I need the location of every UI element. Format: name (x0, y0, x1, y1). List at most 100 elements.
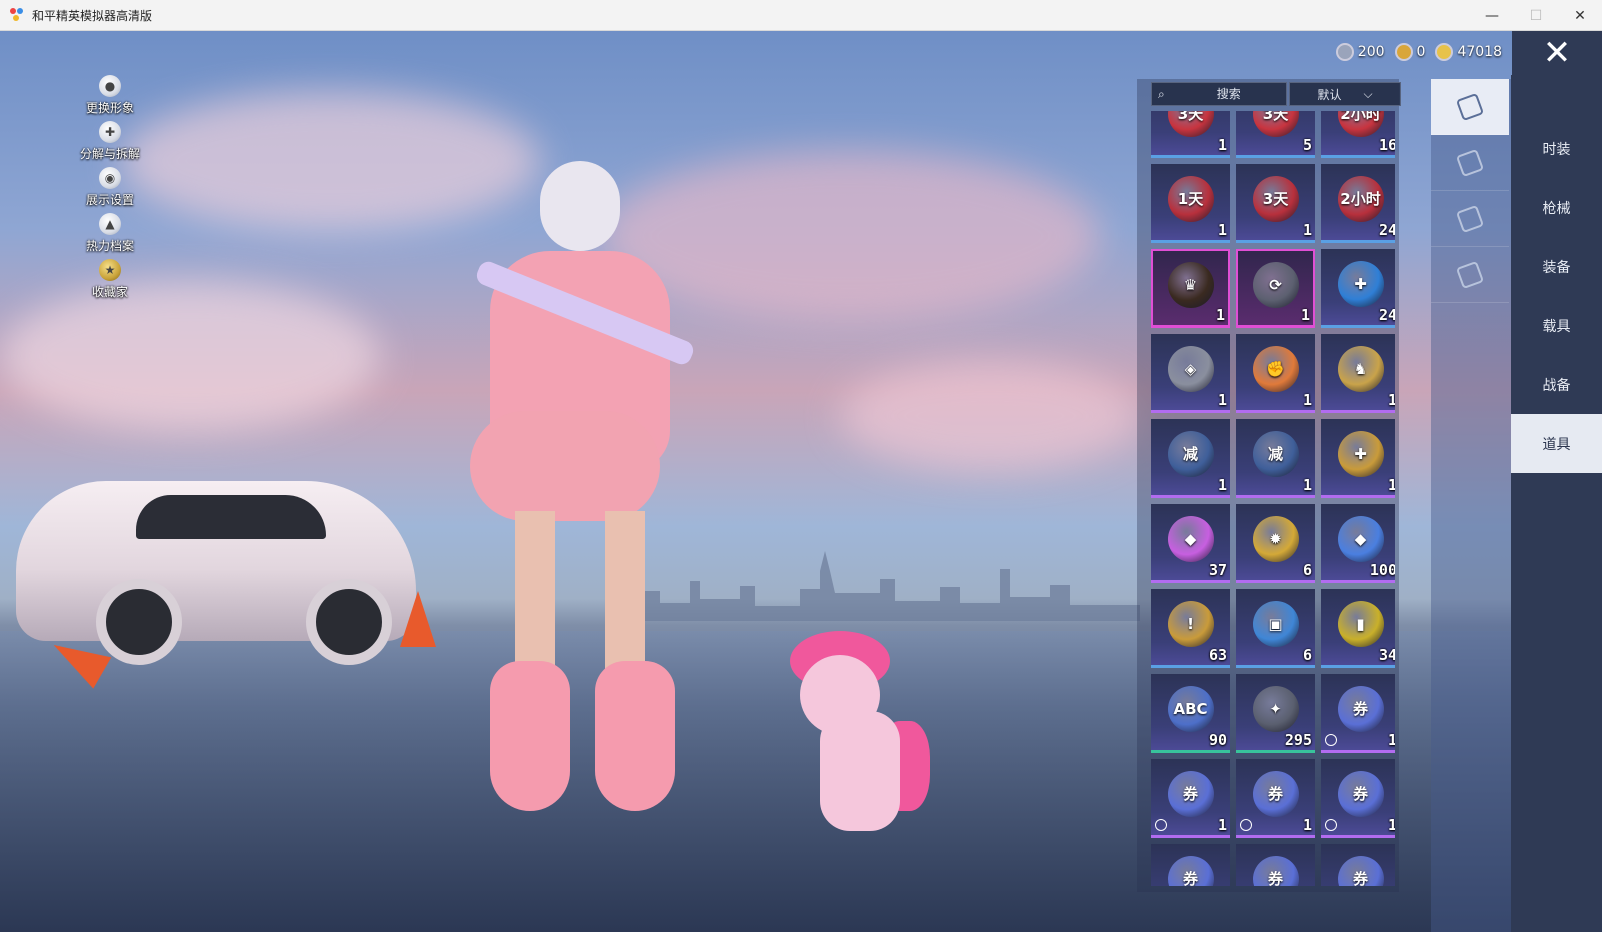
inventory-item-silver-badge[interactable]: ◈ 1 (1151, 334, 1230, 413)
inventory-item-blue-diamond[interactable]: ◆ 100 (1321, 504, 1395, 583)
maximize-button[interactable]: ☐ (1514, 0, 1558, 31)
item-count: 1 (1217, 136, 1227, 154)
cloud (0, 281, 380, 431)
car-wheel (96, 579, 182, 665)
inventory-item-fist-medal[interactable]: ✊ 1 (1236, 334, 1315, 413)
coupon-icon: 券 (1167, 855, 1214, 886)
item-count: 1 (1302, 391, 1312, 409)
inventory-item-coupon[interactable]: 券1 (1321, 759, 1395, 838)
item-count: 5 (1302, 136, 1312, 154)
subnav-firework[interactable] (1431, 191, 1509, 247)
coupon-icon: 券 (1337, 855, 1384, 886)
inventory-item-dragon-crest[interactable]: ♞ 1 (1321, 334, 1395, 413)
currency-lightning-coin: 47018 (1435, 43, 1502, 61)
tab-category[interactable]: 道具 (1511, 414, 1602, 473)
category-spacer (1511, 75, 1602, 119)
heat-profile-button[interactable]: ▲ 热力档案 (70, 213, 150, 259)
inventory-item-blue-card[interactable]: ▣ 6 (1236, 589, 1315, 668)
inventory-item-exp-card-3day[interactable]: 3天 1 (1151, 111, 1230, 158)
spray-can-abc-icon: ABC (1167, 685, 1214, 732)
change-appearance-button[interactable]: ● 更换形象 (70, 75, 150, 121)
window-title: 和平精英模拟器高清版 (32, 8, 153, 23)
tab-category[interactable]: 战备 (1511, 355, 1602, 414)
currency-value: 0 (1416, 44, 1426, 60)
inventory-item-crystal-badge[interactable]: ◆ 37 (1151, 504, 1230, 583)
inventory-item-exp-card-3day[interactable]: 3天 5 (1236, 111, 1315, 158)
inventory-item-puzzle-orb[interactable]: ✚ 24 (1321, 249, 1395, 328)
currency-value: 47018 (1457, 44, 1502, 60)
search-bar: ⌕ 默认 ⌵ (1151, 82, 1401, 106)
sports-car (16, 481, 416, 665)
inventory-item-alert-token[interactable]: ! 63 (1151, 589, 1230, 668)
inventory-item-exp-card-x15-1day[interactable]: 1天 1 (1151, 164, 1230, 243)
inventory-item-exp-card-x2-2hour[interactable]: 2小时 24 (1321, 164, 1395, 243)
display-settings-button[interactable]: ◉ 展示设置 (70, 167, 150, 213)
tab-category[interactable]: 载具 (1511, 296, 1602, 355)
clock-icon (1325, 734, 1337, 746)
item-count: 1 (1387, 816, 1395, 834)
item-count: 1 (1217, 221, 1227, 239)
item-count: 24 (1378, 306, 1395, 324)
collector-button[interactable]: ★ 收藏家 (70, 259, 150, 305)
minimize-button[interactable]: — (1470, 0, 1514, 31)
sort-dropdown[interactable]: 默认 ⌵ (1289, 82, 1401, 106)
inventory-item-swap-coin[interactable]: ⟳ 1 (1236, 249, 1315, 328)
inventory-item-discount-ticket[interactable]: 减1 (1236, 419, 1315, 498)
alert-token-icon: ! (1167, 600, 1214, 647)
car-wheel (306, 579, 392, 665)
inventory-item-gold-gear-coin[interactable]: ✹ 6 (1236, 504, 1315, 583)
close-icon[interactable]: ✕ (1512, 31, 1602, 75)
smoke-grenade-icon: ▮ (1337, 600, 1384, 647)
inventory-item-lion-emblem[interactable]: ♛ 1 (1151, 249, 1230, 328)
gold-gear-coin-icon: ✹ (1252, 515, 1299, 562)
subnav-ticket[interactable] (1431, 247, 1509, 303)
avatar-icon: ● (99, 75, 121, 97)
inventory-grid: 3天 1 3天 5 2小时 16 1天 1 3天 1 2小时 24 ♛ 1 ⟳ 1 ✚ 24 ◈ 1 ✊ 1 ♞ 1 减 1 减 1 ✚… (1151, 111, 1395, 886)
exp-card-x15-3day-icon: 3天 (1252, 175, 1299, 222)
flame-icon: ▲ (99, 213, 121, 235)
menu-label: 热力档案 (85, 239, 134, 253)
item-count: 1 (1387, 391, 1395, 409)
inventory-item-gold-puzzle-coin[interactable]: ✚ 1 (1321, 419, 1395, 498)
inventory-item-coupon[interactable]: 券1 (1151, 759, 1230, 838)
subnav-crate[interactable] (1431, 135, 1509, 191)
clock-icon (1155, 819, 1167, 831)
currency-silver: 200 (1335, 43, 1385, 61)
window-close-button[interactable]: ✕ (1558, 0, 1602, 31)
pony-coupon-icon: 券 (1337, 685, 1384, 732)
pony-head (800, 655, 880, 735)
inventory-item-pony-coupon[interactable]: 券1 (1321, 674, 1395, 753)
inventory-item-exp-card-x15-3day[interactable]: 3天 1 (1236, 164, 1315, 243)
item-count: 1 (1217, 476, 1227, 494)
item-count: 90 (1208, 731, 1227, 749)
inventory-grid-viewport[interactable]: 3天 1 3天 5 2小时 16 1天 1 3天 1 2小时 24 ♛ 1 ⟳ 1 ✚ 24 ◈ 1 ✊ 1 ♞ 1 减 1 减 1 ✚… (1151, 111, 1395, 886)
dragon-crest-icon: ♞ (1337, 345, 1384, 392)
sort-label: 默认 (1317, 87, 1342, 102)
item-count: 1 (1217, 816, 1227, 834)
tab-category[interactable]: 枪械 (1511, 178, 1602, 237)
silver-badge-icon: ◈ (1167, 345, 1214, 392)
inventory-item-smoke-grenade[interactable]: ▮ 34 (1321, 589, 1395, 668)
inventory-item-coupon[interactable]: 券 (1236, 844, 1315, 886)
card-icon (1455, 92, 1485, 121)
chevron-down-icon: ⌵ (1363, 86, 1373, 101)
category-nav: 时装 枪械 装备 载具 战备 道具 (1511, 75, 1602, 932)
inventory-item-discount-ticket[interactable]: 减1 (1151, 419, 1230, 498)
firework-icon (1455, 204, 1485, 233)
inventory-item-paint-sprayer[interactable]: ✦ 295 (1236, 674, 1315, 753)
inventory-item-coupon[interactable]: 券 (1321, 844, 1395, 886)
inventory-item-exp-card-2hour[interactable]: 2小时 16 (1321, 111, 1395, 158)
inventory-item-coupon[interactable]: 券1 (1236, 759, 1315, 838)
crate-icon (1455, 148, 1485, 177)
inventory-item-coupon[interactable]: 券 (1151, 844, 1230, 886)
decompose-button[interactable]: ✚ 分解与拆解 (70, 121, 150, 167)
search-input[interactable] (1178, 87, 1279, 101)
paint-sprayer-icon: ✦ (1252, 685, 1299, 732)
inventory-item-spray-can-abc[interactable]: ABC 90 (1151, 674, 1230, 753)
search-icon: ⌕ (1158, 86, 1165, 101)
tab-category[interactable]: 时装 (1511, 119, 1602, 178)
item-count: 6 (1302, 561, 1312, 579)
subnav-card[interactable] (1431, 79, 1509, 135)
lion-emblem-icon: ♛ (1167, 262, 1214, 309)
tab-category[interactable]: 装备 (1511, 237, 1602, 296)
